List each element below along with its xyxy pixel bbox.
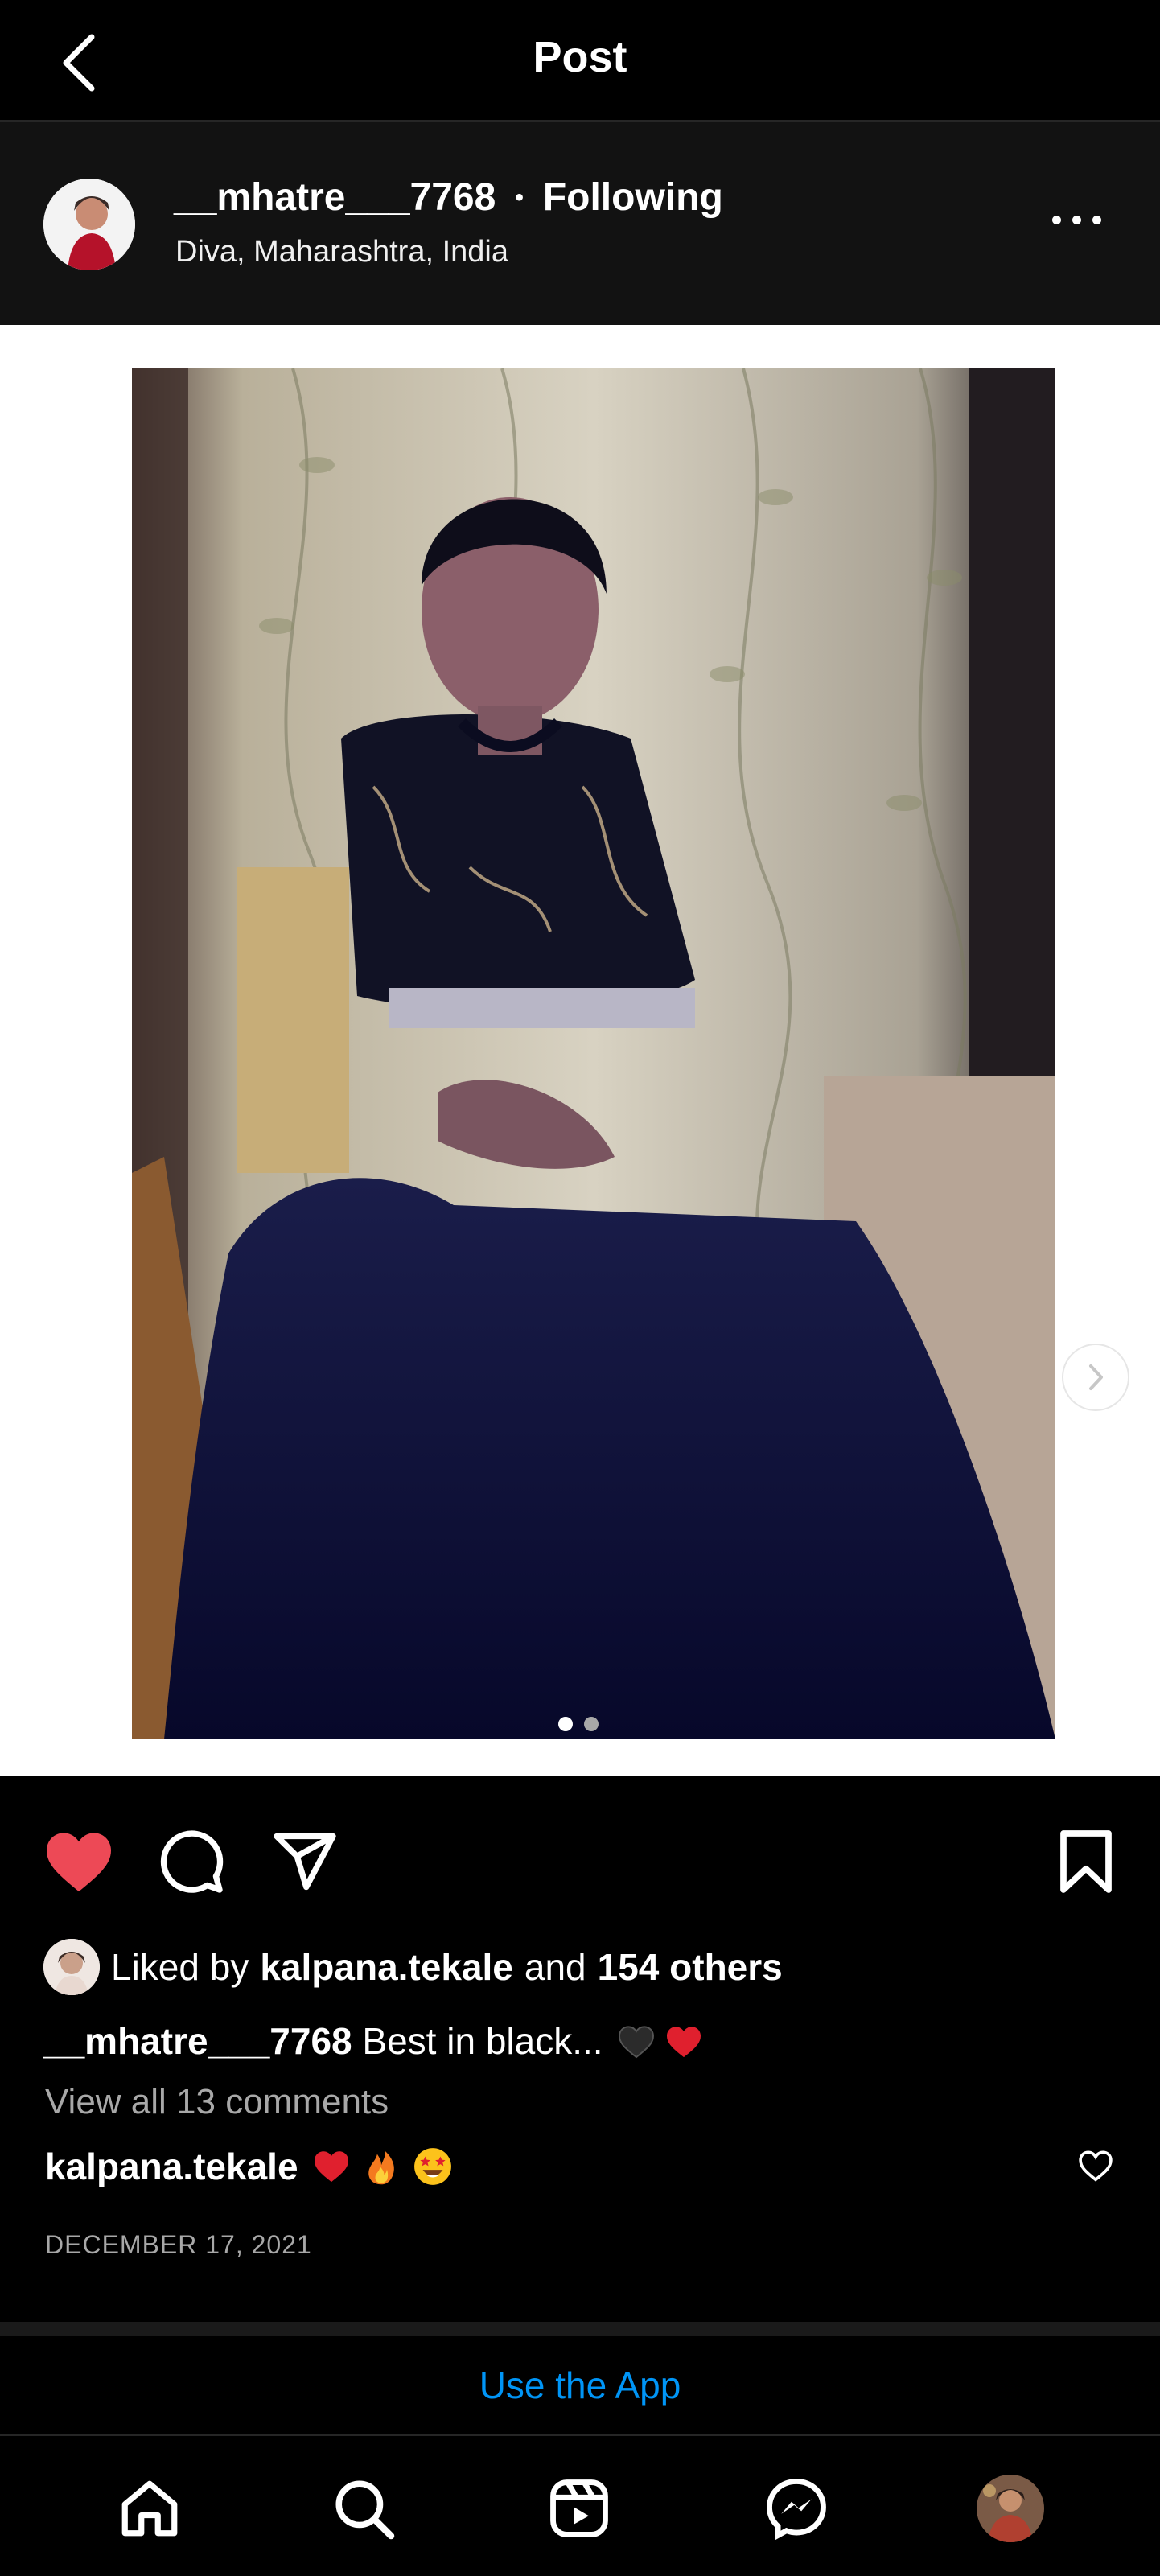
comment-button[interactable]: [158, 1828, 225, 1899]
star-struck-emoji-icon: [413, 2148, 451, 2185]
post-header: __mhatre___7768 • Following Diva, Mahara…: [0, 122, 1160, 325]
following-button[interactable]: Following: [543, 175, 723, 220]
carousel-indicator: [558, 1717, 599, 1731]
red-heart-icon: [314, 2151, 348, 2183]
red-heart-icon: [667, 2027, 701, 2058]
separator-dot: •: [515, 183, 524, 211]
more-dot: [1072, 215, 1081, 224]
tab-reels[interactable]: [541, 2470, 618, 2547]
post-date: DECEMBER 17, 2021: [45, 2230, 312, 2259]
more-dot: [1092, 215, 1101, 224]
tab-search[interactable]: [325, 2470, 402, 2547]
page-title: Post: [533, 33, 627, 81]
caption-username[interactable]: __mhatre___7768: [43, 2020, 352, 2062]
fire-icon: [368, 2151, 394, 2185]
post-photo[interactable]: [132, 368, 1055, 1739]
author-username[interactable]: __mhatre___7768: [174, 175, 496, 220]
comment-bubble-icon: [160, 1830, 224, 1893]
username-row: __mhatre___7768 • Following: [174, 175, 723, 220]
share-button[interactable]: [270, 1828, 339, 1899]
profile-avatar-image: [977, 2475, 1044, 2542]
top-bar: Post: [0, 0, 1160, 122]
comment-username[interactable]: kalpana.tekale: [45, 2145, 298, 2188]
tab-messenger[interactable]: [758, 2470, 835, 2547]
paper-plane-icon: [274, 1833, 336, 1891]
comment-like-button[interactable]: [1078, 2150, 1113, 2186]
bookmark-icon: [1060, 1830, 1112, 1893]
save-button[interactable]: [1055, 1828, 1117, 1899]
heart-filled-icon: [47, 1833, 111, 1892]
post-image: [132, 368, 1055, 1739]
carousel-next-button[interactable]: [1062, 1344, 1129, 1411]
like-button[interactable]: [43, 1829, 114, 1898]
liked-by-row: Liked by kalpana.tekale and 154 others: [43, 1939, 783, 1995]
messenger-icon: [767, 2479, 826, 2541]
heart-outline-icon: [1079, 2150, 1113, 2182]
liked-by-prefix: Liked by: [111, 1946, 249, 1988]
post-location[interactable]: Diva, Maharashtra, India: [175, 235, 508, 270]
avatar-image: [43, 179, 135, 270]
post-media: [0, 325, 1160, 1776]
tab-home[interactable]: [111, 2470, 188, 2547]
likes-count-link[interactable]: 154 others: [598, 1945, 783, 1989]
more-options-button[interactable]: [1052, 208, 1109, 232]
section-divider: [0, 2322, 1160, 2336]
carousel-dot: [558, 1717, 573, 1731]
tab-profile[interactable]: [972, 2470, 1049, 2547]
bottom-tab-bar: [0, 2438, 1160, 2576]
use-the-app-button[interactable]: Use the App: [0, 2336, 1160, 2436]
liker-username[interactable]: kalpana.tekale: [260, 1945, 513, 1989]
carousel-dot: [584, 1717, 599, 1731]
view-all-comments-link[interactable]: View all 13 comments: [45, 2082, 389, 2122]
top-comment: kalpana.tekale: [45, 2145, 453, 2188]
black-heart-icon: [619, 2026, 655, 2059]
caption-text: Best in black...: [362, 2020, 603, 2062]
reels-icon: [550, 2479, 608, 2537]
author-avatar[interactable]: [43, 179, 135, 270]
home-icon: [121, 2480, 178, 2537]
chevron-right-icon: [1089, 1364, 1103, 1390]
post-caption: __mhatre___7768 Best in black...: [43, 2019, 702, 2063]
search-icon: [335, 2480, 395, 2540]
liker-avatar[interactable]: [43, 1939, 100, 1995]
liker-avatar-image: [43, 1939, 100, 1995]
liked-by-and: and: [524, 1946, 586, 1988]
profile-avatar: [977, 2475, 1044, 2542]
more-dot: [1052, 215, 1061, 224]
